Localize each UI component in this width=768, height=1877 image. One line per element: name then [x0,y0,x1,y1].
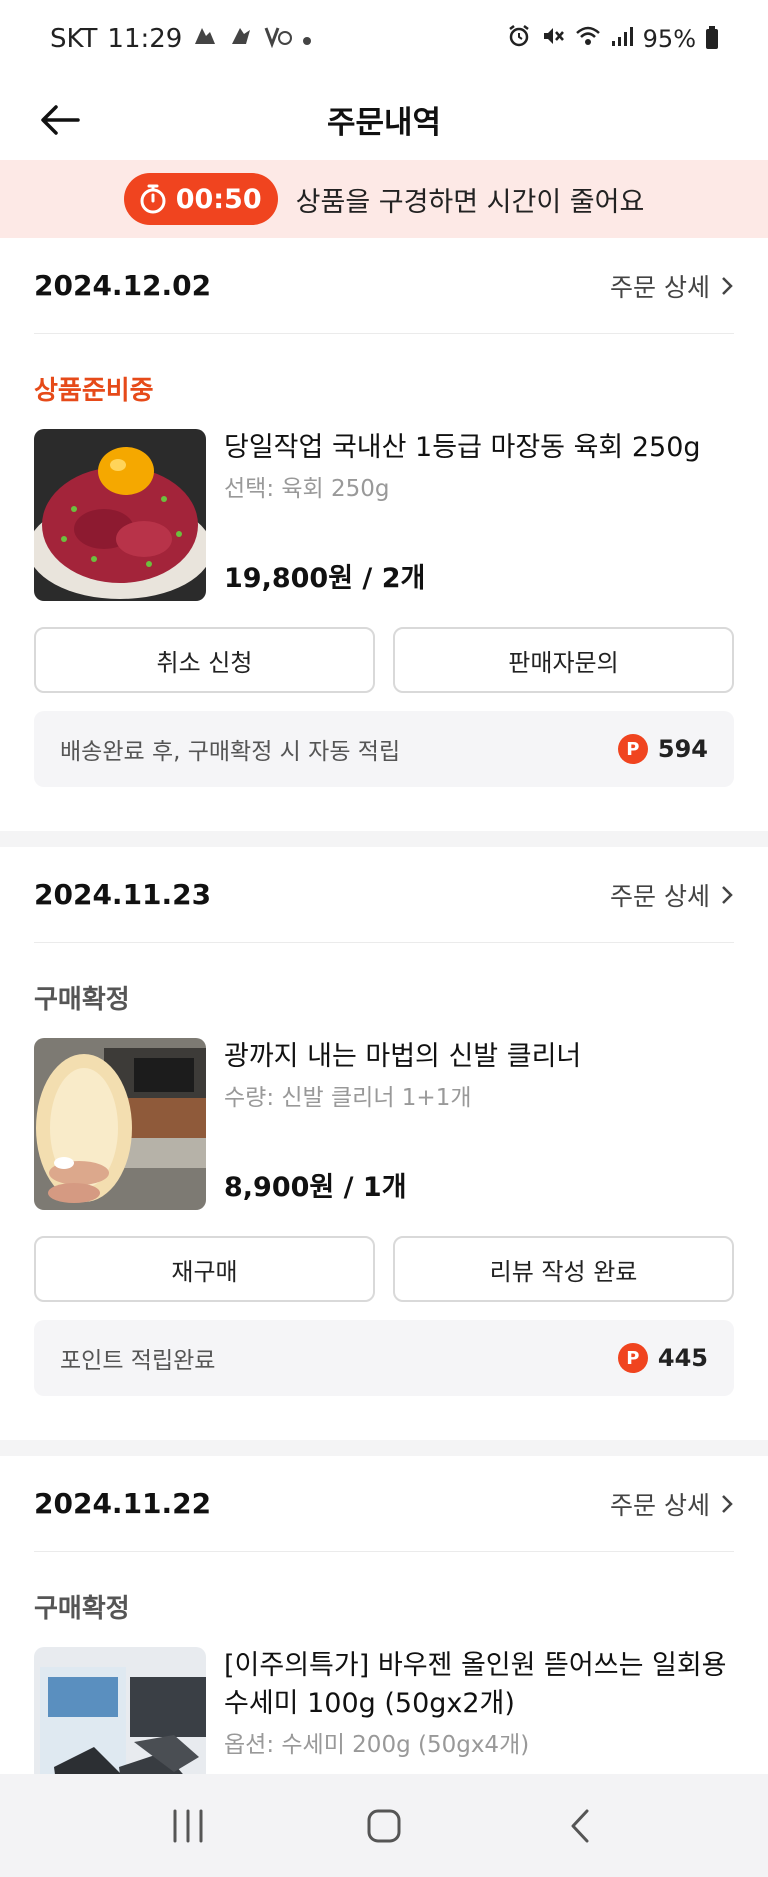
app-notification-icon [192,24,218,54]
order-detail-link[interactable]: 주문 상세 [610,268,734,304]
chevron-right-icon [722,276,733,295]
timer-pill: 00:50 [123,173,278,225]
order-header: 2024.12.02 주문 상세 [34,238,734,334]
signal-icon [611,25,633,53]
point-text: 포인트 적립완료 [60,1348,216,1374]
wifi-icon [575,25,601,53]
order-card: 2024.11.22 주문 상세 구매확정 [이주의특가] 바우젠 올인원 뜯어… [0,1456,768,1774]
point-amount: P 445 [617,1343,708,1373]
shoe-cleaner-image [34,1038,206,1210]
order-detail-label: 주문 상세 [610,881,710,911]
product-option: 옵션: 수세미 200g (50gx4개) [224,1732,530,1758]
system-nav-bar [0,1774,768,1877]
point-value: 445 [657,1344,708,1372]
scrubber-product-image [34,1647,206,1774]
seller-inquiry-button[interactable]: 판매자문의 [393,627,734,693]
repurchase-button[interactable]: 재구매 [34,1236,375,1302]
product-info: [이주의특가] 바우젠 올인원 뜯어쓰는 일회용 수세미 100g (50gx2… [224,1647,734,1774]
home-icon [367,1809,401,1842]
battery-icon [706,26,718,49]
action-buttons: 취소 신청 판매자문의 [34,627,734,693]
order-detail-link[interactable]: 주문 상세 [610,877,734,913]
app-notification-icon [228,24,254,54]
product-name: 광까지 내는 마법의 신발 클리너 [224,1041,582,1072]
point-value: 594 [657,735,708,763]
dot-icon [302,27,312,52]
order-status: 구매확정 [34,985,130,1015]
status-right: 95% [507,24,718,54]
point-text: 배송완료 후, 구매확정 시 자동 적립 [60,739,401,765]
product-name: 당일작업 국내산 1등급 마장동 육회 250g [224,432,701,463]
point-amount: P 594 [617,734,708,764]
status-bar: SKT 11:29 95% [0,0,768,78]
arrow-left-icon [41,105,80,135]
home-button[interactable] [344,1786,424,1866]
order-detail-label: 주문 상세 [610,1490,710,1520]
action-buttons: 재구매 리뷰 작성 완료 [34,1236,734,1302]
beef-tartare-image [34,429,206,601]
order-status: 상품준비중 [34,376,154,406]
order-detail-link[interactable]: 주문 상세 [610,1486,734,1522]
timer-value: 00:50 [175,183,262,215]
order-card: 2024.11.23 주문 상세 구매확정 광까지 내는 마법의 신발 클리너 … [0,847,768,1396]
app-notification-icon [264,24,293,54]
alarm-icon [507,24,531,54]
app-bar: 주문내역 [0,78,768,160]
timer-message: 상품을 구경하면 시간이 줄어요 [295,186,645,218]
product-item[interactable]: 광까지 내는 마법의 신발 클리너 수량: 신발 클리너 1+1개 8,900원… [34,1038,734,1210]
recent-apps-icon [173,1809,203,1842]
back-icon [571,1809,589,1842]
section-divider [0,1440,768,1456]
point-icon: P [617,734,648,764]
order-date: 2024.11.22 [34,1487,212,1520]
point-info: 포인트 적립완료 P 445 [34,1320,734,1396]
order-header: 2024.11.22 주문 상세 [34,1456,734,1552]
stopwatch-icon [140,184,166,214]
product-item[interactable]: [이주의특가] 바우젠 올인원 뜯어쓰는 일회용 수세미 100g (50gx2… [34,1647,734,1774]
back-button[interactable] [36,96,84,144]
section-divider [0,831,768,847]
page-title: 주문내역 [326,104,442,141]
product-price: 8,900원 / 1개 [224,1172,407,1203]
mute-icon [541,24,565,54]
product-price: 19,800원 / 2개 [224,563,426,594]
clock: 11:29 [107,24,183,54]
cancel-request-button[interactable]: 취소 신청 [34,627,375,693]
carrier-label: SKT [50,24,98,54]
point-info: 배송완료 후, 구매확정 시 자동 적립 P 594 [34,711,734,787]
chevron-right-icon [722,885,733,904]
product-option: 선택: 육회 250g [224,476,390,502]
order-header: 2024.11.23 주문 상세 [34,847,734,943]
product-info: 광까지 내는 마법의 신발 클리너 수량: 신발 클리너 1+1개 8,900원… [224,1038,734,1210]
point-icon: P [617,1343,648,1373]
battery-label: 95% [642,25,696,53]
recent-apps-button[interactable] [148,1786,228,1866]
timer-banner[interactable]: 00:50 상품을 구경하면 시간이 줄어요 [0,160,768,238]
order-detail-label: 주문 상세 [610,272,710,302]
order-date: 2024.11.23 [34,878,212,911]
nav-back-button[interactable] [540,1786,620,1866]
review-complete-button[interactable]: 리뷰 작성 완료 [393,1236,734,1302]
order-card: 2024.12.02 주문 상세 상품준비중 당일작업 국내산 1등급 마장동 … [0,238,768,787]
status-left: SKT 11:29 [50,24,312,54]
order-status: 구매확정 [34,1594,130,1624]
order-list[interactable]: 2024.12.02 주문 상세 상품준비중 당일작업 국내산 1등급 마장동 … [0,238,768,1774]
product-name: [이주의특가] 바우젠 올인원 뜯어쓰는 일회용 수세미 100g (50gx2… [224,1650,727,1719]
order-date: 2024.12.02 [34,269,212,302]
chevron-right-icon [722,1494,733,1513]
product-item[interactable]: 당일작업 국내산 1등급 마장동 육회 250g 선택: 육회 250g 19,… [34,429,734,601]
product-option: 수량: 신발 클리너 1+1개 [224,1085,472,1111]
product-info: 당일작업 국내산 1등급 마장동 육회 250g 선택: 육회 250g 19,… [224,429,734,601]
